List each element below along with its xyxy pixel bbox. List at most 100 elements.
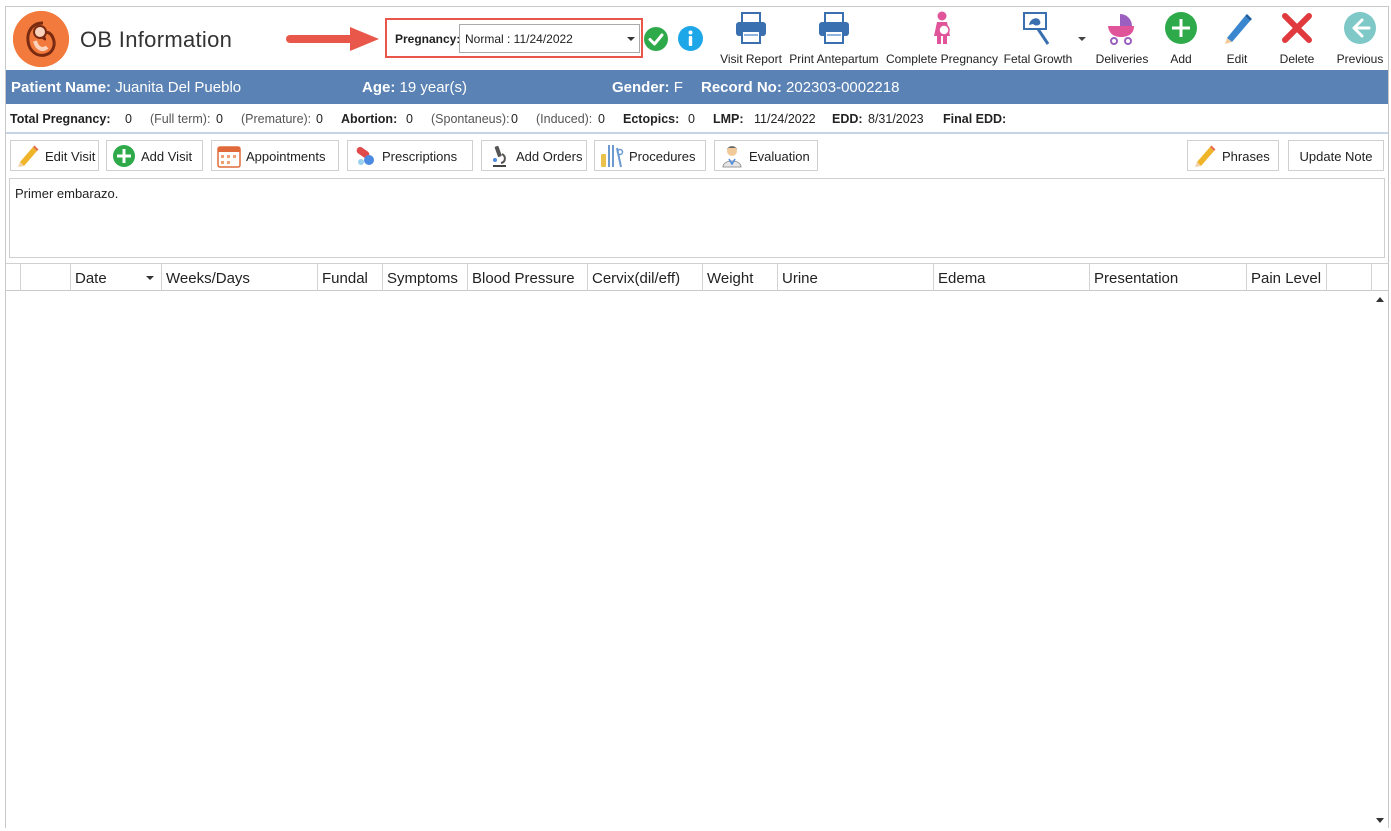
procedures-button[interactable]: Procedures	[594, 140, 706, 171]
column-header-urine[interactable]: Urine	[778, 264, 934, 291]
patient-record-label: Record No:	[701, 79, 782, 96]
pregnancy-selector-box: Pregnancy: Normal : 11/24/2022	[385, 18, 643, 58]
scroll-up-icon[interactable]	[1376, 297, 1384, 302]
pregnancy-select[interactable]: Normal : 11/24/2022	[459, 24, 640, 53]
column-header-date[interactable]: Date	[71, 264, 162, 291]
chevron-down-icon[interactable]	[1078, 37, 1086, 41]
print-antepartum-button[interactable]: Print Antepartum	[786, 7, 882, 69]
procedures-label: Procedures	[629, 149, 696, 164]
grid-header: Date Weeks/Days Fundal Symptoms Blood Pr…	[6, 264, 1388, 291]
phrases-button[interactable]: Phrases	[1187, 140, 1279, 171]
total-pregnancy-label: Total Pregnancy:	[10, 112, 111, 126]
patient-gender-label: Gender:	[612, 79, 670, 96]
deliveries-button[interactable]: Deliveries	[1092, 7, 1152, 69]
fetal-growth-button[interactable]: Fetal Growth	[1002, 7, 1074, 69]
appointments-label: Appointments	[246, 149, 326, 164]
add-button[interactable]: Add	[1156, 7, 1206, 69]
pencil-icon	[18, 145, 39, 167]
add-orders-button[interactable]: Add Orders	[481, 140, 587, 171]
edit-button[interactable]: Edit	[1212, 7, 1262, 69]
patient-record-value: 202303-0002218	[786, 79, 900, 96]
premature-value: 0	[316, 112, 323, 126]
column-header-blood-pressure[interactable]: Blood Pressure	[468, 264, 588, 291]
prescriptions-button[interactable]: Prescriptions	[347, 140, 473, 171]
fullterm-label: (Full term):	[150, 112, 211, 126]
lmp-value: 11/24/2022	[754, 112, 816, 126]
update-note-button[interactable]: Update Note	[1288, 140, 1384, 171]
column-header-cervix[interactable]: Cervix(dil/eff)	[588, 264, 703, 291]
x-icon	[1282, 13, 1312, 43]
ultrasound-icon	[1023, 12, 1050, 45]
induced-value: 0	[598, 112, 605, 126]
header: OB Information Pregnancy: Normal : 11/24…	[6, 7, 1388, 69]
patient-gender-value: F	[673, 79, 683, 96]
column-header-pain-level[interactable]: Pain Level	[1247, 264, 1327, 291]
abortion-value: 0	[406, 112, 413, 126]
sort-caret-icon	[146, 276, 154, 280]
patient-age-label: Age:	[362, 79, 396, 96]
pregnancy-label: Pregnancy:	[395, 32, 461, 46]
pregnant-woman-icon	[934, 11, 950, 44]
evaluation-button[interactable]: Evaluation	[714, 140, 818, 171]
spontaneous-value: 0	[511, 112, 518, 126]
visit-report-button[interactable]: Visit Report	[718, 7, 784, 69]
previous-label: Previous	[1336, 52, 1384, 66]
arrow-right-icon	[286, 27, 379, 51]
instruments-icon	[601, 145, 624, 168]
scroll-down-icon[interactable]	[1376, 818, 1384, 823]
info-icon[interactable]	[678, 26, 703, 51]
check-circle-icon[interactable]	[644, 27, 668, 51]
edd-value: 8/31/2023	[868, 112, 924, 126]
appointments-button[interactable]: Appointments	[211, 140, 339, 171]
column-header-date-label: Date	[75, 270, 107, 287]
microscope-icon	[493, 145, 506, 167]
column-header-fundal[interactable]: Fundal	[318, 264, 383, 291]
fetal-growth-label: Fetal Growth	[1003, 52, 1073, 66]
column-header-symptoms[interactable]: Symptoms	[383, 264, 468, 291]
column-header-indicator	[6, 264, 21, 291]
back-arrow-icon	[1344, 12, 1376, 44]
column-header-edema[interactable]: Edema	[934, 264, 1090, 291]
baby-carriage-icon	[1108, 14, 1134, 45]
patient-name-label: Patient Name:	[11, 79, 112, 96]
printer-icon	[819, 12, 849, 44]
ob-information-window: OB Information Pregnancy: Normal : 11/24…	[5, 6, 1389, 828]
column-header-presentation[interactable]: Presentation	[1090, 264, 1247, 291]
column-header-weight[interactable]: Weight	[703, 264, 778, 291]
deliveries-label: Deliveries	[1095, 52, 1149, 66]
pencil-icon	[1225, 14, 1252, 44]
notes-text: Primer embarazo.	[15, 186, 119, 201]
final-edd-label: Final EDD:	[943, 112, 1007, 126]
total-pregnancy-value: 0	[125, 112, 132, 126]
print-antepartum-label: Print Antepartum	[789, 52, 879, 66]
plus-circle-icon	[1165, 12, 1197, 44]
visit-report-label: Visit Report	[720, 52, 782, 66]
spontaneous-label: (Spontaneus):	[431, 112, 510, 126]
delete-button[interactable]: Delete	[1272, 7, 1322, 69]
edd-label: EDD:	[832, 112, 863, 126]
induced-label: (Induced):	[536, 112, 593, 126]
grid-body[interactable]	[6, 292, 1388, 828]
delete-label: Delete	[1279, 52, 1315, 66]
previous-button[interactable]: Previous	[1332, 7, 1388, 69]
fetus-logo-icon	[13, 11, 69, 67]
pills-icon	[356, 146, 374, 165]
calendar-icon	[217, 146, 241, 168]
column-header-select[interactable]	[21, 264, 71, 291]
visits-grid: Date Weeks/Days Fundal Symptoms Blood Pr…	[6, 263, 1388, 828]
complete-pregnancy-label: Complete Pregnancy	[885, 52, 999, 66]
edit-visit-button[interactable]: Edit Visit	[10, 140, 99, 171]
complete-pregnancy-button[interactable]: Complete Pregnancy	[884, 7, 1000, 69]
edit-visit-label: Edit Visit	[45, 149, 96, 164]
add-visit-button[interactable]: Add Visit	[106, 140, 203, 171]
page-title: OB Information	[80, 27, 233, 52]
ectopics-label: Ectopics:	[623, 112, 680, 126]
plus-circle-icon	[113, 145, 135, 167]
column-header-extra[interactable]	[1327, 264, 1372, 291]
pregnancy-select-value: Normal : 11/24/2022	[465, 32, 573, 46]
vertical-scrollbar[interactable]	[1372, 292, 1388, 828]
column-header-weeks-days[interactable]: Weeks/Days	[162, 264, 318, 291]
evaluation-label: Evaluation	[749, 149, 810, 164]
notes-textarea[interactable]: Primer embarazo.	[9, 178, 1385, 258]
printer-icon	[736, 12, 766, 44]
